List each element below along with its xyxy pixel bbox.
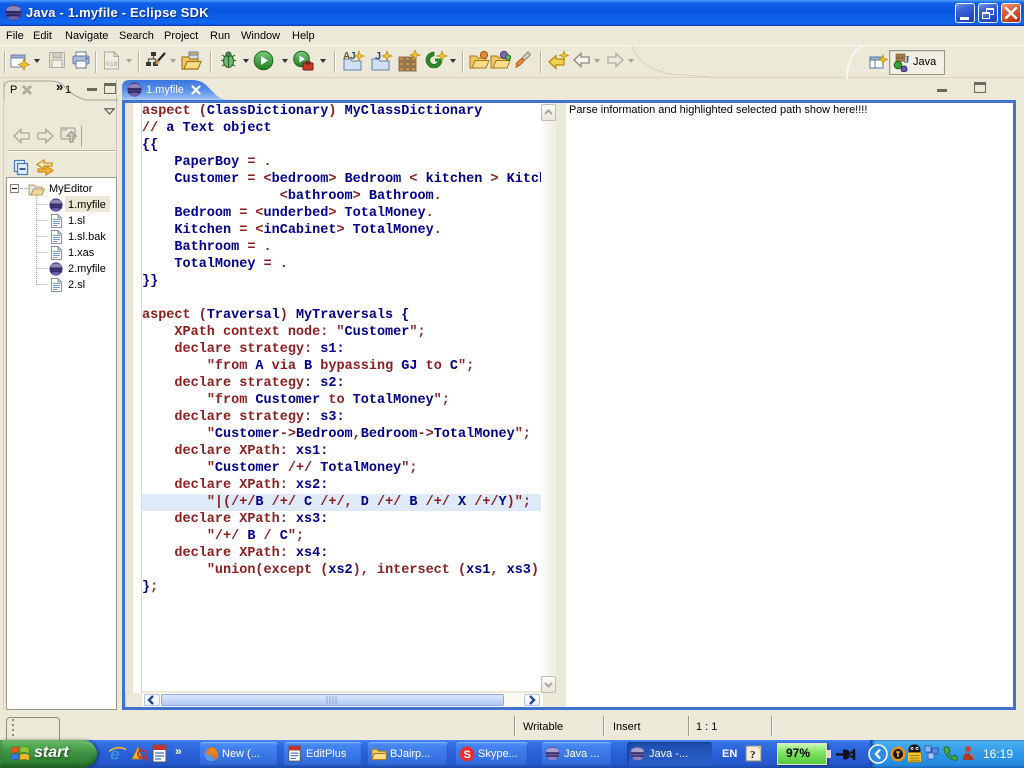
svg-text:J: J <box>375 51 381 63</box>
svg-text:010: 010 <box>106 61 118 68</box>
svg-text:J: J <box>904 54 910 66</box>
svg-text:?: ? <box>750 749 756 761</box>
svg-text:S: S <box>464 749 471 761</box>
